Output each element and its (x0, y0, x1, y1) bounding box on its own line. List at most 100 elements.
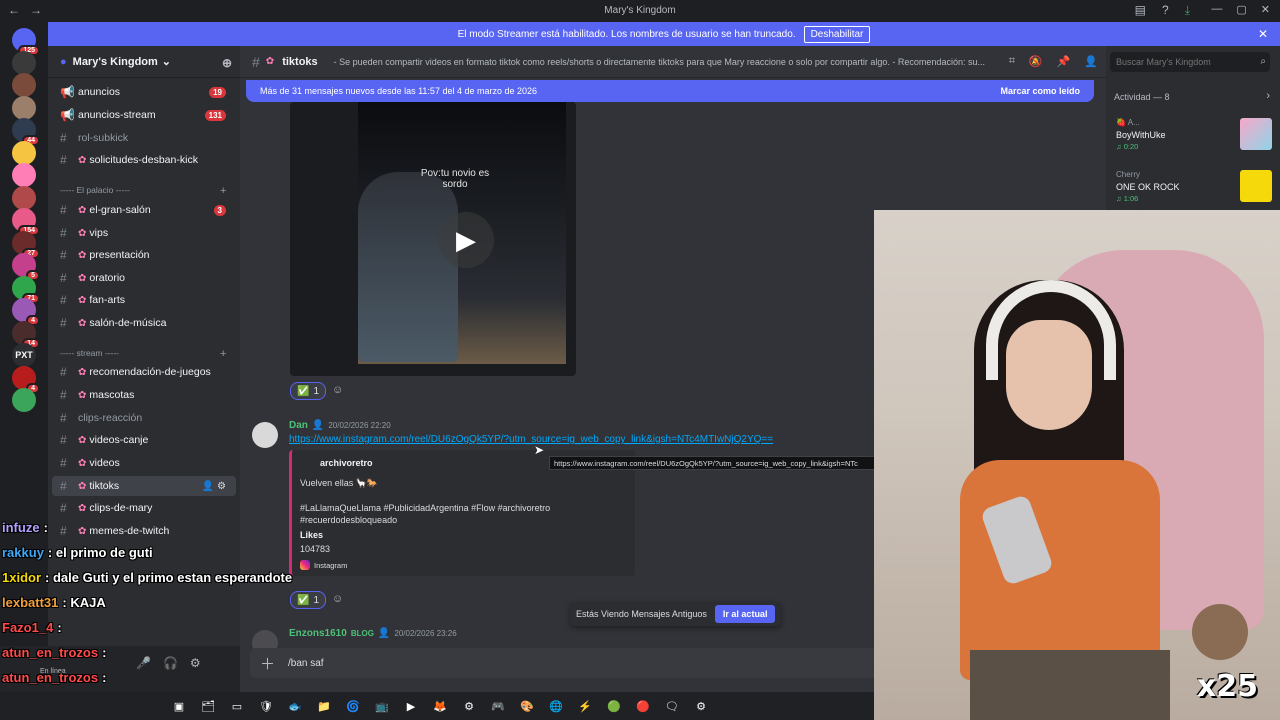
video-embed[interactable]: Pov:tu novio es sordo ▶ (290, 102, 576, 376)
channel-anuncios[interactable]: 📢 anuncios 19 (52, 82, 236, 102)
activity-item[interactable]: Cherry ONE OK ROCK ♫ 1:06 (1116, 170, 1272, 210)
channel-label: recomendación-de-juegos (89, 366, 211, 378)
server-icon[interactable] (12, 185, 36, 210)
taskbar-app-icon[interactable]: 🌐 (547, 697, 565, 715)
taskbar-app-icon[interactable]: 🟢 (605, 697, 623, 715)
taskbar-app-icon[interactable]: ▣ (170, 697, 188, 715)
mark-as-read-button[interactable]: Marcar como leído (1000, 86, 1080, 96)
search-input[interactable] (1110, 52, 1270, 72)
channel-rol-subkick[interactable]: # rol-subkick (52, 128, 236, 148)
server-icon[interactable]: 27 (12, 230, 40, 259)
inbox-icon[interactable]: ▤ (1135, 3, 1146, 18)
taskbar-app-icon[interactable]: 🛡 (257, 697, 275, 715)
taskbar-app-icon[interactable]: ▶ (402, 697, 420, 715)
server-icon[interactable] (12, 140, 36, 165)
server-icon[interactable] (12, 163, 36, 187)
taskbar-app-icon[interactable]: 🔴 (634, 697, 652, 715)
server-icon[interactable]: 5 (12, 253, 40, 281)
disable-streamer-button[interactable]: Deshabilitar (803, 25, 871, 43)
channel-settings-icon[interactable]: 👤 ⚙ (202, 481, 226, 492)
taskbar-app-icon[interactable]: 🌀 (344, 697, 362, 715)
help-icon[interactable]: ? (1162, 3, 1169, 18)
streamer-skirt (970, 650, 1170, 720)
channel-topic[interactable]: - Se pueden compartir videos en formato … (334, 57, 994, 67)
flower-icon: ✿ (78, 366, 87, 378)
create-channel-icon[interactable]: + (220, 185, 226, 197)
channel-videos-canje[interactable]: # ✿ videos-canje (52, 430, 236, 450)
channel-vips[interactable]: # ✿ vips (52, 223, 236, 243)
role-icon: 👤 (377, 628, 391, 639)
reaction-check[interactable]: ✅ 1 (290, 382, 327, 400)
taskbar-app-icon[interactable]: 🎮 (489, 697, 507, 715)
avatar[interactable] (252, 422, 278, 448)
server-icon[interactable]: 125 (12, 28, 40, 56)
create-channel-icon[interactable]: + (220, 348, 226, 360)
taskbar-app-icon[interactable]: 📁 (315, 697, 333, 715)
taskbar-app-icon[interactable]: ▭ (228, 697, 246, 715)
embed-author[interactable]: archivoretro (320, 458, 373, 468)
close-window-icon[interactable]: ✕ (1261, 3, 1270, 16)
message-input[interactable] (288, 657, 848, 669)
server-icon[interactable]: 14 (12, 320, 40, 349)
taskbar-app-icon[interactable]: ⚙ (692, 697, 710, 715)
minimize-icon[interactable]: — (1211, 3, 1222, 16)
server-icon[interactable]: 4 (12, 365, 40, 394)
server-icon[interactable]: PXT (12, 343, 36, 367)
channel-clips-de-mary[interactable]: # ✿ clips-de-mary (52, 498, 236, 518)
pin-icon[interactable]: 📌 (1057, 55, 1071, 68)
taskbar-app-icon[interactable]: ⚙ (460, 697, 478, 715)
server-icon[interactable] (12, 95, 36, 120)
stream-chat-separator: : (47, 545, 56, 560)
search-icon: ⌕ (1260, 56, 1266, 67)
streamer-top (960, 460, 1160, 680)
taskbar-app-icon[interactable]: 🎨 (518, 697, 536, 715)
server-icon[interactable]: 154 (12, 208, 40, 236)
taskbar-app-icon[interactable]: 🗨 (663, 697, 681, 715)
channel-mascotas[interactable]: # ✿ mascotas (52, 385, 236, 405)
server-icon[interactable]: 71 (12, 275, 40, 304)
channel-el-gran-salón[interactable]: # ✿ el-gran-salón 3 (52, 200, 236, 220)
viewing-old-messages-bar: Estás Viendo Mensajes Antiguos Ir al act… (570, 602, 782, 626)
channel-salón-de-música[interactable]: # ✿ salón-de-música (52, 313, 236, 333)
guild-header[interactable]: ● Mary's Kingdom ⌄ ⊕ (48, 46, 240, 78)
channel-fan-arts[interactable]: # ✿ fan-arts (52, 290, 236, 310)
server-icon[interactable] (12, 388, 36, 412)
channel-videos[interactable]: # ✿ videos (52, 453, 236, 473)
taskbar-app-icon[interactable]: 📺 (373, 697, 391, 715)
invite-people-icon[interactable]: ⊕ (222, 56, 232, 70)
add-reaction-icon[interactable]: ☺ (332, 384, 343, 396)
notifications-muted-icon[interactable]: 🔕 (1029, 55, 1043, 68)
server-icon[interactable]: 4 (12, 298, 40, 326)
download-icon[interactable]: ⤓ (1185, 3, 1190, 18)
close-banner-icon[interactable]: ✕ (1258, 27, 1268, 41)
channel-clips-reacción[interactable]: # clips-reacción (52, 408, 236, 428)
channel-tiktoks[interactable]: # ✿ tiktoks 👤 ⚙ (52, 476, 236, 496)
maximize-icon[interactable]: ▢ (1236, 3, 1246, 16)
server-icon[interactable] (12, 73, 36, 97)
taskbar-app-icon[interactable]: 🐟 (286, 697, 304, 715)
new-messages-bar[interactable]: Más de 31 mensajes nuevos desde las 11:5… (246, 80, 1094, 102)
channel-oratorio[interactable]: # ✿ oratorio (52, 268, 236, 288)
author-name[interactable]: Dan (289, 420, 308, 431)
jump-to-present-button[interactable]: Ir al actual (714, 605, 776, 623)
activity-item[interactable]: 🍓 A... BoyWithUke ♫ 0:20 (1116, 118, 1272, 158)
chevron-right-icon[interactable]: › (1266, 90, 1270, 102)
taskbar-app-icon[interactable]: ⚡ (576, 697, 594, 715)
threads-icon[interactable]: ⌗ (1009, 55, 1015, 68)
server-icon[interactable]: 44 (12, 118, 40, 146)
stream-chat-message: KAJA (70, 595, 106, 610)
taskbar-app-icon[interactable]: 🦊 (431, 697, 449, 715)
channel-category[interactable]: ----- El palacio ----- + (60, 185, 226, 197)
channel-recomendación-de-juegos[interactable]: # ✿ recomendación-de-juegos (52, 362, 236, 382)
server-icon[interactable] (12, 50, 36, 75)
taskbar-app-icon[interactable]: 🗂 (199, 697, 217, 715)
stream-chat-user: rakkuy (2, 545, 44, 560)
channel-solicitudes-desban-kick[interactable]: # ✿ solicitudes-desban-kick (52, 150, 236, 170)
message-link[interactable]: https://www.instagram.com/reel/DU6zOgQk5… (289, 434, 773, 445)
play-icon[interactable]: ▶ (438, 212, 494, 268)
channel-anuncios-stream[interactable]: 📢 anuncios-stream 131 (52, 105, 236, 125)
channel-category[interactable]: ----- stream ----- + (60, 348, 226, 360)
members-icon[interactable]: 👤 (1084, 55, 1098, 68)
chevron-down-icon: ⌄ (161, 56, 172, 68)
channel-presentación[interactable]: # ✿ presentación (52, 245, 236, 265)
